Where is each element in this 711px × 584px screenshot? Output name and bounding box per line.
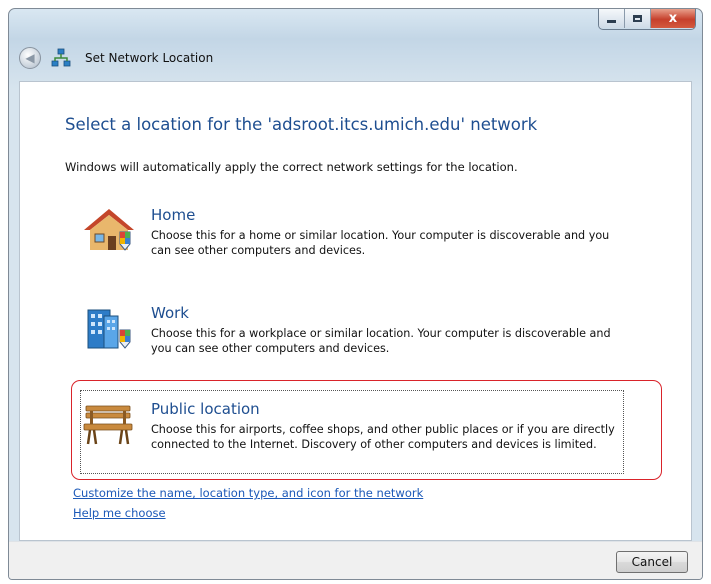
close-button[interactable]: x [651, 9, 695, 28]
page-description: Windows will automatically apply the cor… [65, 160, 518, 174]
back-arrow-icon: ◀ [25, 51, 35, 65]
option-work-title: Work [151, 304, 189, 322]
option-work[interactable]: Work Choose this for a workplace or simi… [82, 304, 611, 364]
navigation-bar: ◀ Set Network Location [19, 47, 213, 69]
help-me-choose-link[interactable]: Help me choose [73, 506, 166, 520]
customize-network-link[interactable]: Customize the name, location type, and i… [73, 486, 423, 500]
office-building-icon [87, 309, 131, 349]
option-work-description: Choose this for a workplace or similar l… [151, 327, 611, 355]
house-icon [84, 209, 134, 251]
option-public-location[interactable]: Public location Choose this for airports… [82, 400, 615, 470]
window-controls: x [598, 9, 696, 30]
back-button[interactable]: ◀ [19, 47, 41, 69]
maximize-button[interactable] [625, 9, 651, 28]
button-bar: Cancel [9, 541, 702, 579]
option-public-location-description: Choose this for airports, coffee shops, … [151, 423, 615, 451]
option-public-location-title: Public location [151, 400, 260, 418]
maximize-icon [633, 15, 642, 22]
dialog-window: x ◀ Set Network Location Select a locati… [8, 8, 703, 580]
close-icon: x [668, 11, 678, 26]
page-title: Select a location for the 'adsroot.itcs.… [65, 115, 538, 134]
minimize-icon [607, 20, 616, 23]
park-bench-icon [83, 405, 133, 445]
minimize-button[interactable] [599, 9, 625, 28]
cancel-button[interactable]: Cancel [616, 551, 688, 573]
window-title: Set Network Location [85, 51, 214, 65]
option-home-title: Home [151, 206, 196, 224]
network-icon [51, 48, 71, 67]
option-home[interactable]: Home Choose this for a home or similar l… [82, 206, 610, 266]
content-panel: Select a location for the 'adsroot.itcs.… [19, 81, 692, 541]
option-home-description: Choose this for a home or similar locati… [151, 229, 610, 257]
